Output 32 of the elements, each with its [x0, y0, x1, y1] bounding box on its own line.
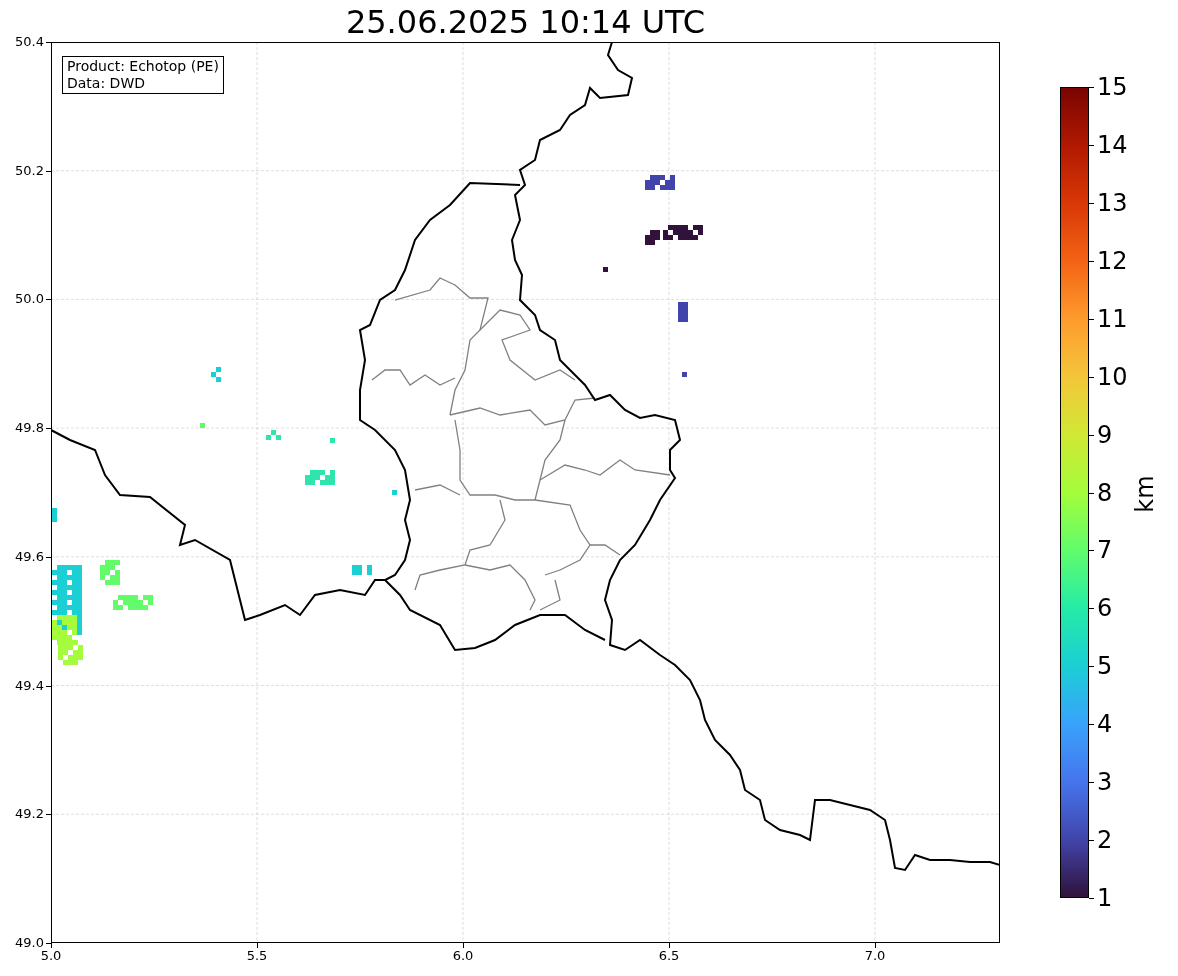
chart-title: 25.06.2025 10:14 UTC — [344, 2, 707, 42]
colorbar-tick-label: 13 — [1097, 188, 1128, 217]
axis-tick-label: 49.2 — [15, 806, 44, 823]
axis-tick-label: 50.0 — [15, 291, 44, 308]
axis-tick-label: 6.0 — [452, 948, 474, 964]
colorbar-label: km — [1131, 475, 1159, 513]
axis-tick-label: 49.6 — [15, 548, 44, 565]
info-text: Data: DWD — [67, 75, 146, 92]
colorbar-tick-label: 4 — [1097, 710, 1113, 739]
colorbar-tick-label: 11 — [1097, 304, 1128, 333]
axis-tick-label: 50.2 — [15, 162, 44, 179]
colorbar-tick-label: 8 — [1097, 478, 1113, 507]
axis-tick-label: 7.0 — [864, 948, 886, 964]
colorbar-tick-label: 1 — [1097, 884, 1113, 912]
colorbar-tick-label: 6 — [1097, 594, 1113, 623]
colorbar-tick-label: 14 — [1097, 130, 1128, 159]
colorbar-tick-label: 7 — [1097, 536, 1113, 565]
colorbar-tick-label: 9 — [1097, 420, 1113, 449]
axis-tick-label: 49.4 — [15, 677, 44, 694]
axis-tick-label: 49.0 — [15, 934, 44, 951]
axis-tick-label: 6.5 — [658, 948, 680, 964]
colorbar-tick-label: 3 — [1097, 768, 1113, 797]
colorbar-tick-label: 5 — [1097, 652, 1113, 681]
colorbar-tick-label: 2 — [1097, 826, 1113, 855]
axis-tick-label: 50.4 — [15, 34, 44, 50]
axis-tick-label: 5.0 — [40, 948, 62, 964]
axis-tick-label: 5.5 — [246, 948, 268, 964]
colorbar-tick-label: 15 — [1097, 73, 1128, 101]
colorbar-tick-label: 10 — [1097, 362, 1128, 391]
info-text: Product: Echotop (PE) — [67, 58, 219, 75]
colorbar-tick-label: 12 — [1097, 246, 1128, 275]
axis-tick-label: 49.8 — [15, 420, 44, 437]
